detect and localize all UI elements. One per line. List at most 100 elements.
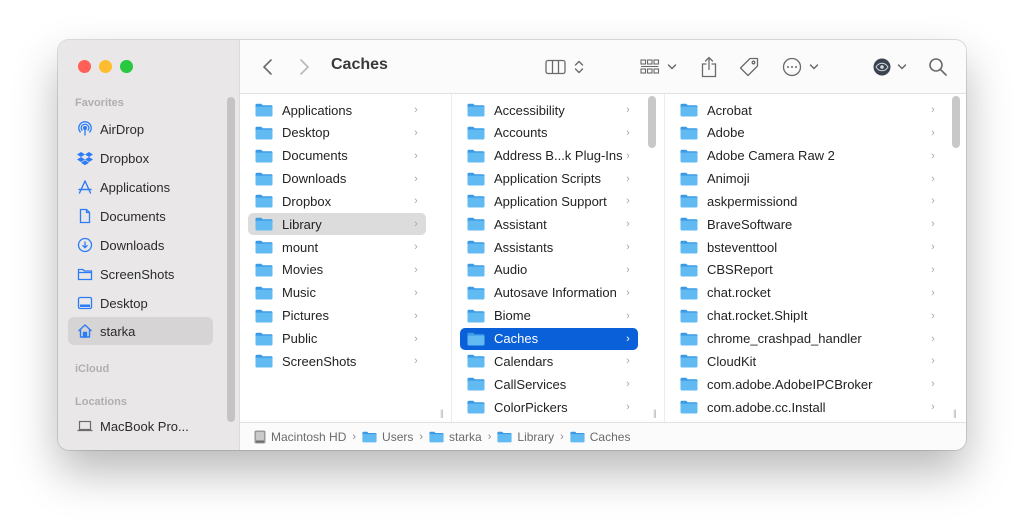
share-button[interactable] xyxy=(700,54,718,80)
column-resize-handle[interactable]: || xyxy=(953,408,957,418)
chevron-right-icon: › xyxy=(414,355,418,368)
chevron-right-icon: › xyxy=(931,126,935,139)
folder-row[interactable]: Accounts › xyxy=(460,122,638,144)
view-mode-button[interactable] xyxy=(545,54,585,80)
chevron-right-icon: › xyxy=(414,309,418,322)
column-scrollbar[interactable] xyxy=(648,96,656,148)
folder-row[interactable]: CloudKit › xyxy=(673,350,943,372)
folder-row[interactable]: Acrobat › xyxy=(673,99,943,121)
folder-icon xyxy=(467,377,485,391)
folder-row[interactable]: BraveSoftware › xyxy=(673,213,943,235)
folder-icon xyxy=(255,332,273,345)
folder-icon xyxy=(680,286,698,300)
path-separator: › xyxy=(487,430,492,443)
folder-row[interactable]: Adobe › xyxy=(673,122,943,144)
finder-window: Favorites AirDrop Dropbox Applications D… xyxy=(58,40,966,450)
folder-row[interactable]: Caches › xyxy=(460,327,638,350)
folder-row[interactable]: Address B...k Plug-Ins › xyxy=(460,145,638,167)
folder-name: Audio xyxy=(494,262,528,278)
folder-row[interactable]: Application Scripts › xyxy=(460,168,638,190)
column-scrollbar[interactable] xyxy=(952,96,960,148)
minimize-button[interactable] xyxy=(99,60,112,73)
folder-name: Adobe xyxy=(707,125,745,141)
folder-name: askpermissiond xyxy=(707,193,798,209)
folder-icon xyxy=(255,355,273,368)
sidebar-item-macbook-pro[interactable]: MacBook Pro... xyxy=(68,412,213,440)
sidebar-scrollbar[interactable] xyxy=(227,97,235,422)
zoom-button[interactable] xyxy=(120,60,133,73)
folder-row[interactable]: ScreenShots › xyxy=(248,350,426,372)
laptop-icon xyxy=(76,417,94,435)
preview-button[interactable] xyxy=(873,54,907,80)
folder-row[interactable]: Autosave Information › xyxy=(460,282,638,304)
folder-row[interactable]: Audio › xyxy=(460,259,638,281)
path-segment[interactable]: Library xyxy=(497,430,554,444)
folder-row[interactable]: Calendars › xyxy=(460,350,638,372)
sidebar-item-starka[interactable]: starka xyxy=(68,317,213,345)
forward-button[interactable] xyxy=(298,54,310,80)
sidebar-item-label: Applications xyxy=(100,179,171,195)
folder-row[interactable]: Movies › xyxy=(248,259,426,281)
sidebar-item-label: MacBook Pro... xyxy=(100,418,189,434)
home-icon xyxy=(76,322,94,340)
folder-row[interactable]: Biome › xyxy=(460,305,638,327)
sidebar-item-airdrop[interactable]: AirDrop xyxy=(68,115,213,143)
folder-row[interactable]: Accessibility › xyxy=(460,99,638,121)
sidebar-item-applications[interactable]: Applications xyxy=(68,173,213,201)
path-segment[interactable]: Caches xyxy=(570,429,631,444)
folder-row[interactable]: Public › xyxy=(248,328,426,350)
path-segment-label: Caches xyxy=(589,429,631,444)
path-segment[interactable]: starka xyxy=(429,430,482,444)
back-button[interactable] xyxy=(262,54,274,80)
folder-name: ScreenShots xyxy=(282,353,357,369)
folder-icon xyxy=(362,431,377,442)
tags-button[interactable] xyxy=(738,54,760,80)
search-button[interactable] xyxy=(928,54,948,80)
sidebar-item-dropbox[interactable]: Dropbox xyxy=(68,144,213,172)
desktop-icon xyxy=(76,294,94,312)
folder-row[interactable]: Applications › xyxy=(248,99,426,121)
folder-row[interactable]: CallServices › xyxy=(460,373,638,395)
folder-row[interactable]: bsteventtool › xyxy=(673,236,943,258)
folder-row[interactable]: Adobe Camera Raw 2 › xyxy=(673,145,943,167)
path-segment[interactable]: Users xyxy=(362,430,413,444)
chevron-right-icon: › xyxy=(626,218,630,231)
folder-row[interactable]: Dropbox › xyxy=(248,190,426,212)
eye-icon xyxy=(873,58,891,76)
chevron-right-icon: › xyxy=(626,355,630,368)
chevron-right-icon xyxy=(300,59,310,75)
sidebar-item-screenshots[interactable]: ScreenShots xyxy=(68,260,213,288)
group-button[interactable] xyxy=(640,54,677,80)
close-button[interactable] xyxy=(78,60,91,73)
folder-row[interactable]: chrome_crashpad_handler › xyxy=(673,328,943,350)
folder-name: chrome_crashpad_handler xyxy=(707,331,862,346)
folder-row[interactable]: Desktop › xyxy=(248,122,426,144)
folder-row[interactable]: askpermissiond › xyxy=(673,190,943,212)
path-segment[interactable]: Macintosh HD xyxy=(254,430,346,444)
more-actions-button[interactable] xyxy=(782,54,819,80)
folder-row[interactable]: Application Support › xyxy=(460,190,638,212)
folder-row[interactable]: Downloads › xyxy=(248,168,426,190)
folder-row[interactable]: Pictures › xyxy=(248,305,426,327)
folder-icon xyxy=(429,431,444,442)
folder-row[interactable]: Animoji › xyxy=(673,168,943,190)
folder-row[interactable]: Assistant › xyxy=(460,213,638,235)
sidebar-item-desktop[interactable]: Desktop xyxy=(68,289,213,317)
sidebar-item-documents[interactable]: Documents xyxy=(68,202,213,230)
sidebar-item-downloads[interactable]: Downloads xyxy=(68,231,213,259)
folder-row[interactable]: com.adobe.AdobeIPCBroker › xyxy=(673,373,943,395)
folder-row[interactable]: CBSReport › xyxy=(673,259,943,281)
column-resize-handle[interactable]: || xyxy=(440,408,444,418)
folder-row[interactable]: mount › xyxy=(248,236,426,258)
folder-row[interactable]: Documents › xyxy=(248,145,426,167)
folder-row[interactable]: Library › xyxy=(248,213,426,236)
path-separator: › xyxy=(560,430,564,443)
folder-row[interactable]: Assistants › xyxy=(460,236,638,258)
folder-row[interactable]: chat.rocket.ShipIt › xyxy=(673,305,943,327)
folder-row[interactable]: Music › xyxy=(248,282,426,304)
folder-name: mount xyxy=(282,239,319,255)
folder-row[interactable]: com.adobe.cc.Install › xyxy=(673,396,943,418)
folder-row[interactable]: ColorPickers › xyxy=(460,396,638,418)
folder-row[interactable]: chat.rocket › xyxy=(673,282,943,304)
column-resize-handle[interactable]: || xyxy=(653,408,657,418)
